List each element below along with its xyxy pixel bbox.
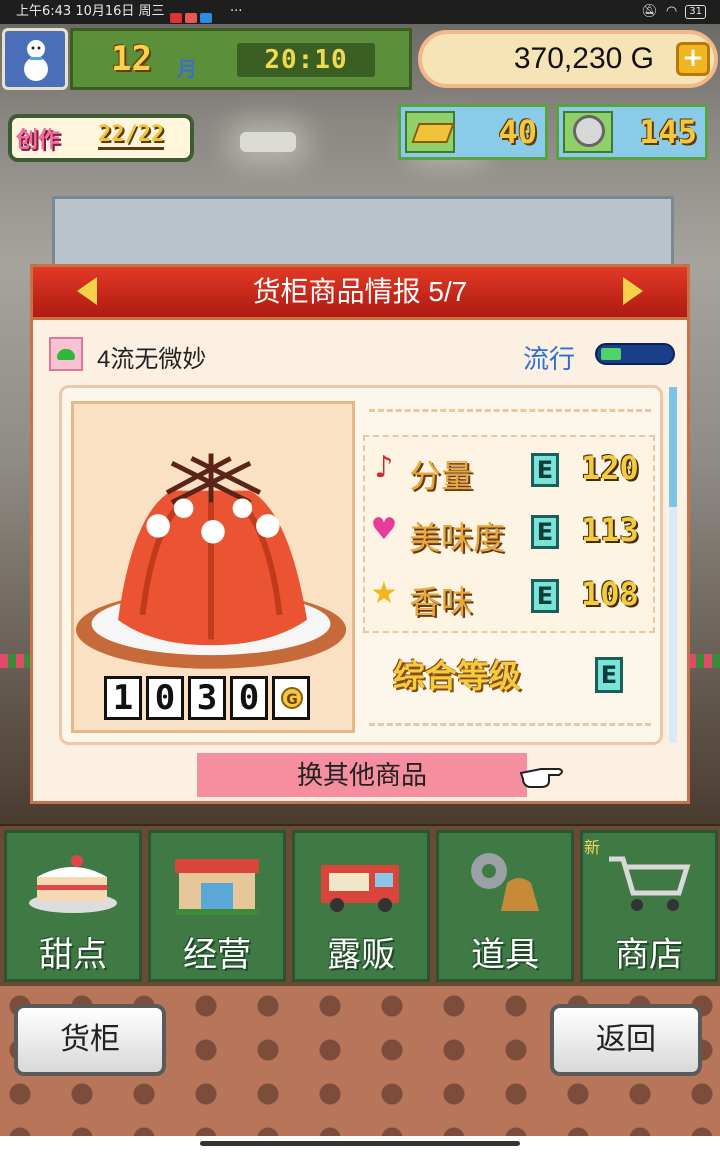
showcase-button[interactable]: 货柜 [14, 1004, 166, 1076]
pointing-hand-icon [519, 768, 563, 788]
menu-label: 道具 [471, 935, 539, 975]
stat-row-taste: ♥ 美味度 E 113 [365, 503, 655, 563]
gold-bar-icon [405, 111, 455, 153]
money-amount: 370,230 G [513, 42, 654, 75]
stat-label: 美味度 [409, 519, 506, 557]
stat-label: 分量 [409, 457, 474, 495]
price-display: 1 0 3 0 G [104, 676, 310, 720]
divider [369, 409, 651, 412]
trend-meter-fill [601, 348, 621, 360]
wifi-icon: ◠ [665, 4, 678, 19]
stat-value: 108 [581, 575, 639, 613]
stat-grade: E [531, 515, 559, 549]
medal-count: 145 [639, 113, 697, 151]
product-image: 1 0 3 0 G [71, 401, 355, 733]
gold-coin-icon: G [272, 676, 310, 720]
gold-bar-count: 40 [498, 113, 537, 151]
next-arrow-icon[interactable] [623, 277, 643, 305]
gold-bar-counter: 40 [398, 104, 548, 160]
menu-stall-button[interactable]: 露贩 [292, 830, 430, 982]
trend-meter [595, 343, 675, 365]
menu-store-button[interactable]: 商店 [580, 830, 718, 982]
month-number: 12 [111, 39, 152, 79]
rank-text: 4流无微妙 [97, 346, 207, 373]
display-shelf [52, 196, 674, 272]
scrollbar[interactable] [669, 387, 677, 743]
price-digit: 3 [188, 676, 226, 720]
price-unit: G [281, 687, 303, 709]
menu-label: 商店 [615, 935, 683, 975]
create-label: 创作 [16, 128, 61, 153]
shop-icon [175, 859, 259, 915]
create-counter: 创作 22/22 [8, 114, 194, 162]
trend-label: 流行 [523, 345, 576, 375]
home-indicator[interactable] [200, 1141, 520, 1146]
stat-row-aroma: ★ 香味 E 108 [365, 567, 655, 627]
menu-label: 经营 [183, 935, 251, 975]
main-menu: 甜点 经营 露贩 道具 商店 [0, 826, 720, 986]
gear-bag-icon [471, 853, 539, 911]
month-unit: 月 [177, 57, 197, 81]
menu-dessert-button[interactable]: 甜点 [4, 830, 142, 982]
cart-icon [609, 856, 691, 911]
rank-hat-icon [49, 337, 83, 371]
dialog-title: 货柜商品情报 5/7 [252, 276, 468, 307]
switch-product-button[interactable]: 换其他商品 [197, 753, 527, 797]
nav-bar [0, 1136, 720, 1152]
heart-icon: ♥ [370, 512, 398, 547]
product-info-dialog: 货柜商品情报 5/7 4流无微妙 流行 1 0 3 0 G ♪ 分量 E 120… [30, 264, 690, 804]
food-truck-icon [321, 865, 399, 912]
menu-label: 露贩 [327, 935, 395, 975]
status-more: ··· [230, 4, 243, 19]
price-digit: 0 [230, 676, 268, 720]
stat-row-portion: ♪ 分量 E 120 [365, 441, 655, 501]
divider [369, 723, 651, 726]
stat-grade: E [531, 579, 559, 613]
ceiling-lamp [240, 132, 296, 152]
status-time: 上午6:43 10月16日 周三 [16, 4, 165, 19]
status-right: 🔕︎ ◠ 31 [641, 0, 706, 24]
stat-grade: E [531, 453, 559, 487]
medal-icon [563, 111, 613, 153]
create-value: 22/22 [98, 122, 165, 150]
stat-value: 120 [581, 449, 639, 487]
status-bar: 上午6:43 10月16日 周三 ··· 🔕︎ ◠ 31 [0, 0, 720, 24]
add-money-button[interactable]: + [676, 42, 710, 76]
cake-icon [29, 855, 117, 913]
medal-counter: 145 [556, 104, 708, 160]
price-digit: 0 [146, 676, 184, 720]
battery-icon: 31 [685, 5, 706, 19]
stat-label: 香味 [409, 583, 474, 621]
overall-grade: E [595, 657, 623, 693]
date-panel: 12 月 20:10 [70, 28, 412, 90]
clock: 20:10 [237, 43, 375, 77]
menu-items-button[interactable]: 道具 [436, 830, 574, 982]
money-panel: 370,230 G + [418, 30, 718, 88]
menu-manage-button[interactable]: 经营 [148, 830, 286, 982]
music-note-icon: ♪ [374, 450, 394, 485]
dialog-title-bar: 货柜商品情报 5/7 [33, 267, 687, 320]
mute-icon: 🔕︎ [641, 4, 658, 19]
back-button[interactable]: 返回 [550, 1004, 702, 1076]
overall-grade-label: 综合等级 [393, 657, 522, 695]
stat-value: 113 [581, 511, 639, 549]
avatar[interactable] [2, 28, 68, 90]
menu-label: 甜点 [39, 935, 107, 975]
snowman-icon [24, 40, 48, 81]
stats-box: ♪ 分量 E 120 ♥ 美味度 E 113 ★ 香味 E 108 [363, 435, 655, 633]
star-icon: ★ [370, 576, 398, 611]
new-badge: 新 [584, 838, 601, 857]
scrollbar-thumb[interactable] [669, 387, 677, 507]
price-digit: 1 [104, 676, 142, 720]
